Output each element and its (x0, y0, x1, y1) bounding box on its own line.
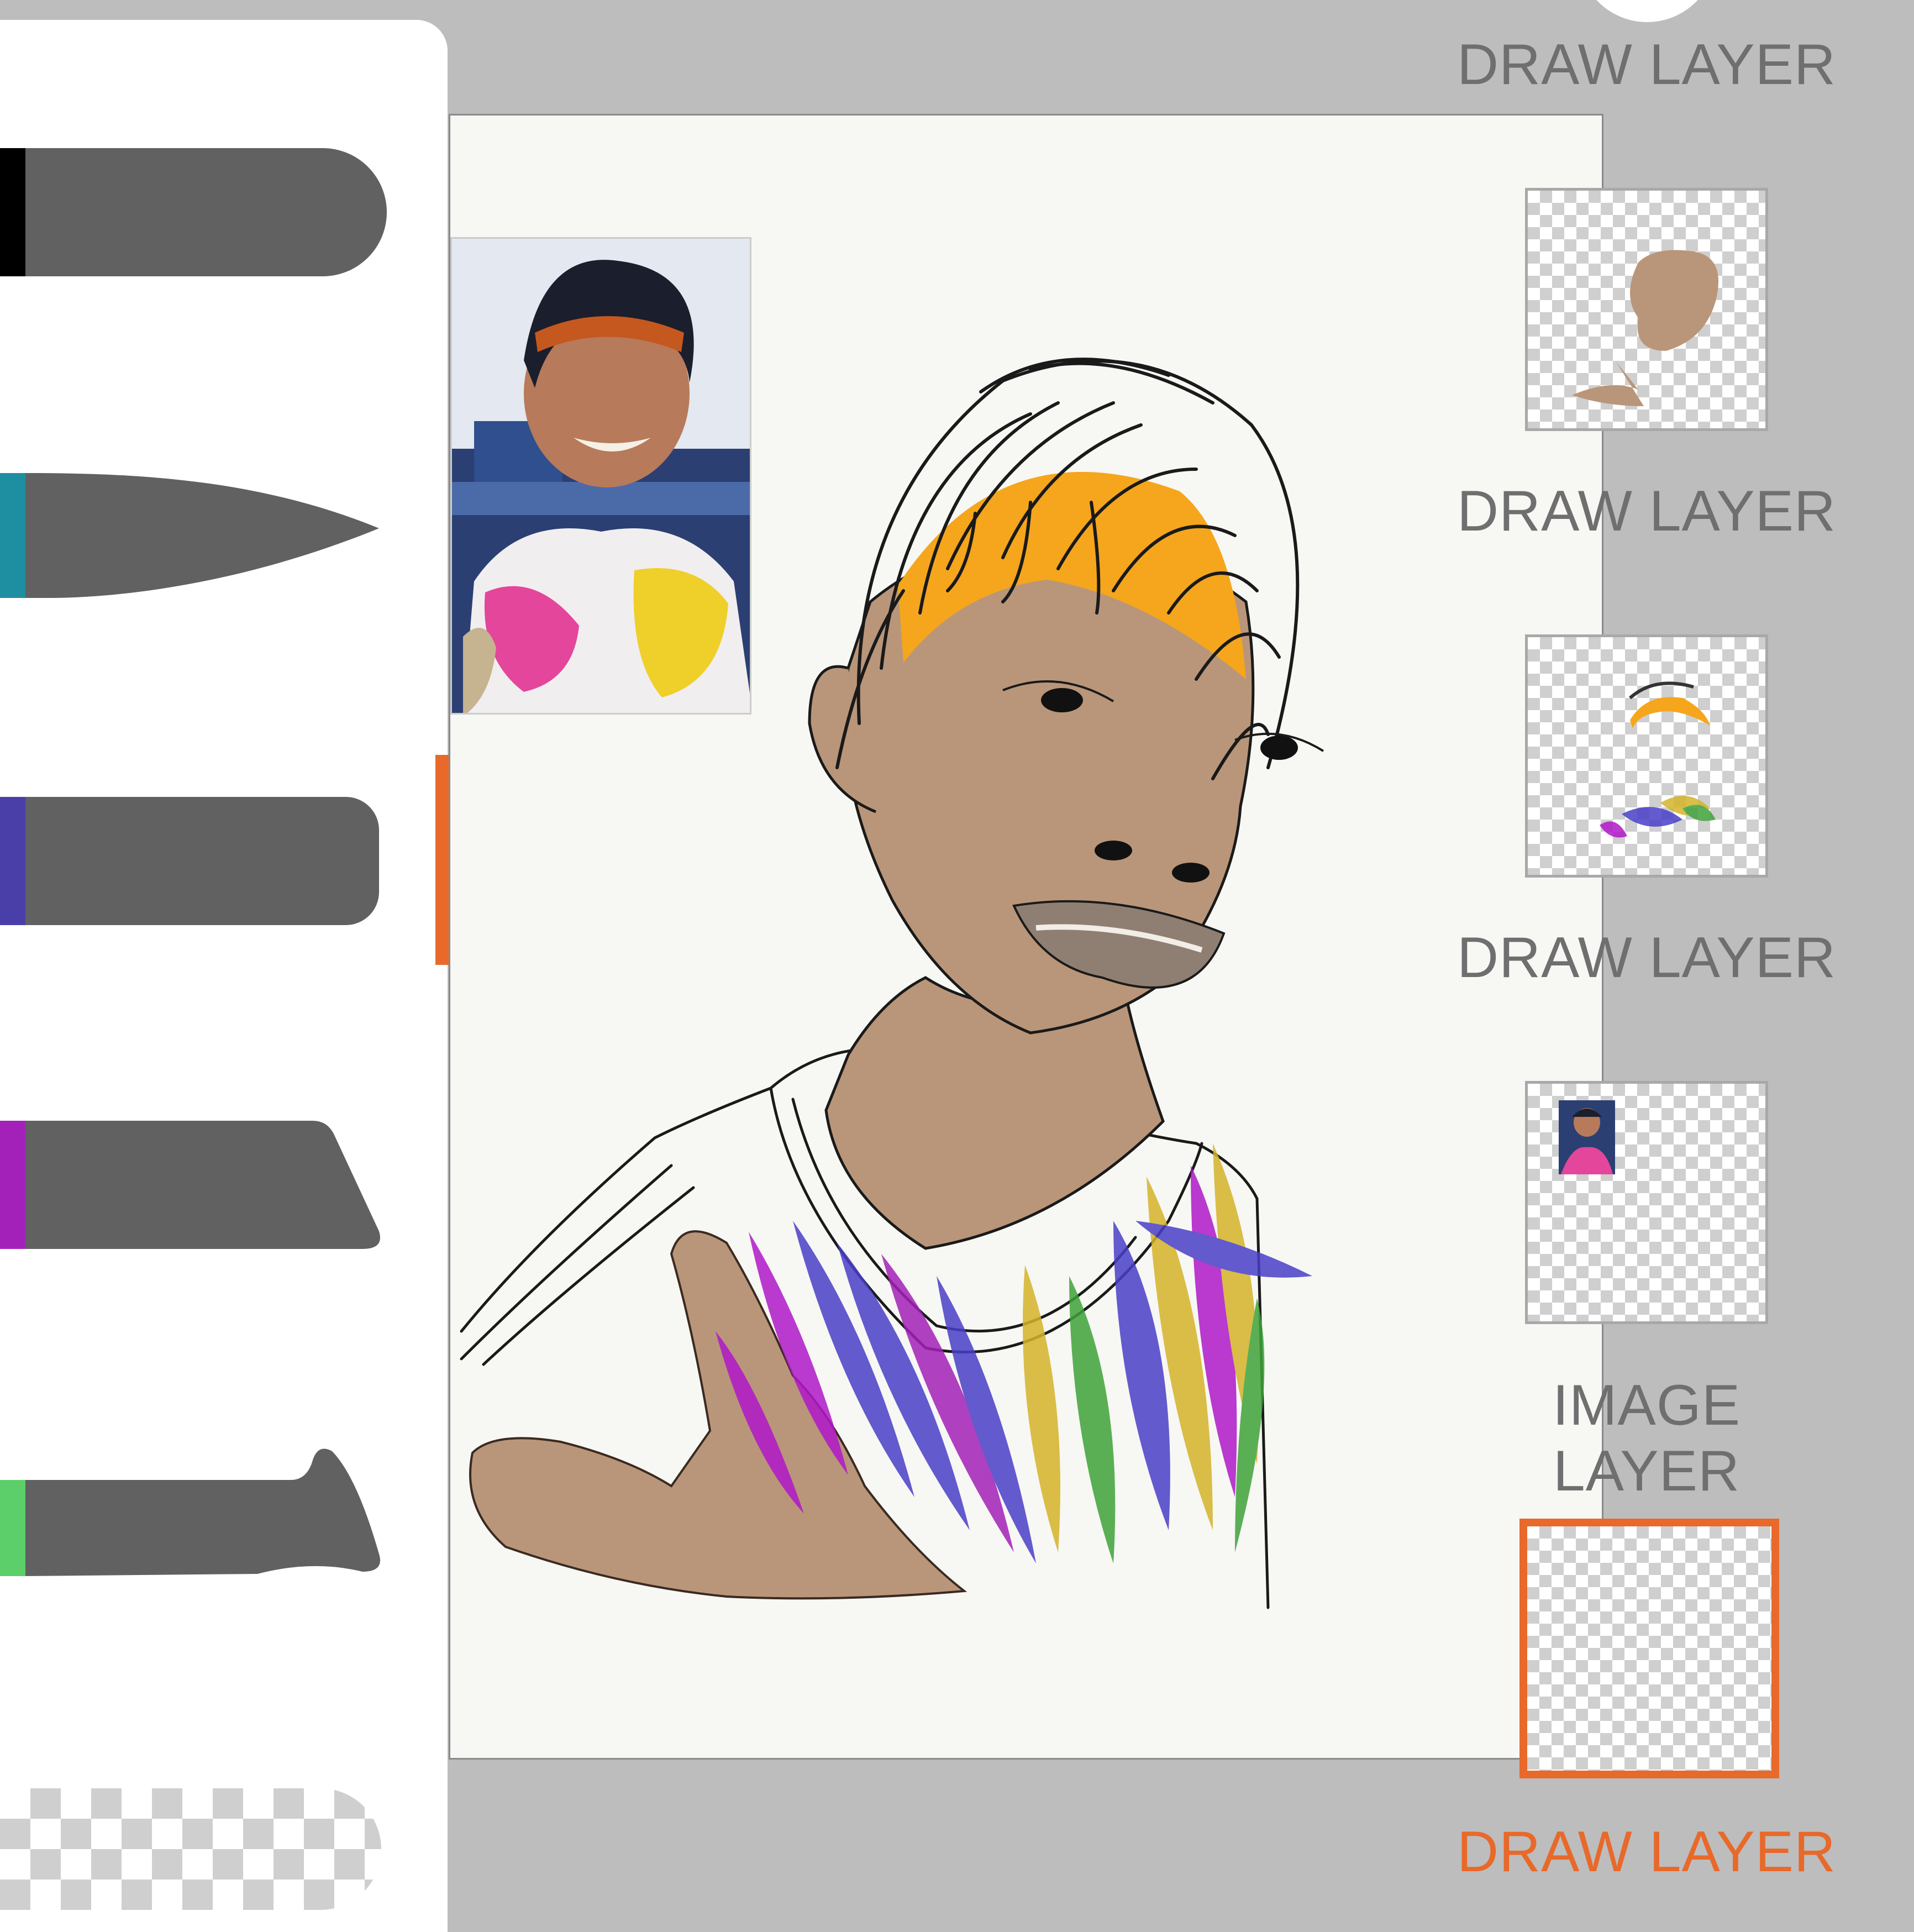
active-layer-label[interactable]: DRAW LAYER (1453, 1819, 1840, 1885)
active-brush-indicator (435, 755, 450, 965)
layer-thumbnail[interactable] (1525, 1081, 1768, 1324)
brush-round-black[interactable] (0, 148, 387, 276)
brush-shape-icon (25, 797, 379, 925)
layer-label[interactable]: DRAW LAYER (1453, 925, 1840, 991)
layer-label[interactable]: DRAW LAYER (1453, 479, 1840, 544)
layer-preview-image (1559, 1100, 1615, 1174)
brush-shape-icon (25, 1121, 380, 1249)
brush-palette (0, 20, 448, 1932)
drawing-canvas[interactable] (449, 114, 1603, 1760)
brush-flat-green[interactable] (0, 1443, 387, 1576)
layer-preview-color (1600, 681, 1716, 838)
brush-shape-icon (25, 148, 387, 276)
brush-pointed-teal[interactable] (0, 473, 387, 598)
portrait-drawing (460, 358, 1324, 1609)
brush-chisel-purple[interactable] (0, 1121, 387, 1249)
layer-label[interactable]: IMAGE LAYER (1453, 1373, 1840, 1504)
brush-swatch (0, 1121, 25, 1249)
layer-thumbnail[interactable] (1525, 634, 1768, 878)
brush-eraser[interactable] (0, 1788, 381, 1910)
brush-swatch (0, 473, 25, 598)
active-layer-thumbnail[interactable] (1519, 1519, 1779, 1778)
brush-swatch (0, 797, 25, 925)
layer-thumbnail[interactable] (1525, 188, 1768, 431)
brush-shape-icon (25, 473, 379, 598)
brush-swatch (0, 1480, 25, 1576)
brush-swatch (0, 148, 25, 276)
layer-preview-skin (1572, 250, 1718, 406)
brush-shape-icon (25, 1448, 380, 1576)
layer-label[interactable]: DRAW LAYER (1453, 32, 1840, 98)
brush-round-indigo[interactable] (0, 797, 387, 925)
add-layer-button[interactable] (1578, 0, 1716, 22)
